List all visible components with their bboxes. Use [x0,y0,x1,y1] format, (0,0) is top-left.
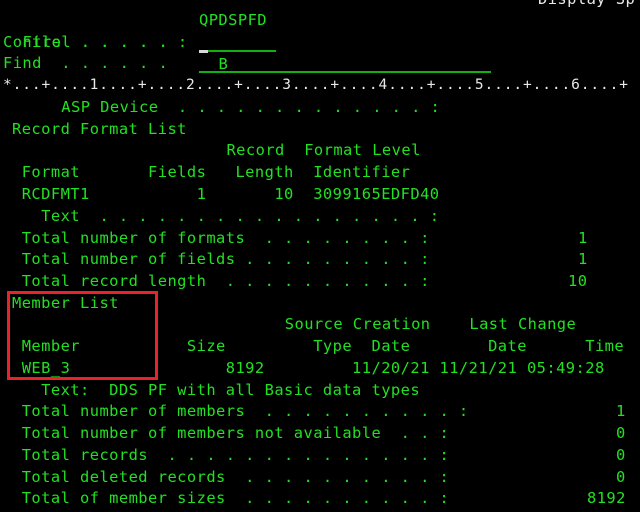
record-format-text-label: Text . . . . . . . . . . . . . . . . . : [12,207,440,225]
total-members-value: 1 [616,402,626,420]
total-members-not-available-label: Total number of members not available . … [12,424,450,442]
total-records-label: Total records . . . . . . . . . . . . . … [12,446,450,464]
total-fields-label: Total number of fields . . . . . . . . .… [12,250,430,268]
total-formats-value: 1 [578,229,588,247]
file-row: File . . . . . : [3,9,188,51]
record-format-list-title: Record Format List [12,120,187,138]
asp-device-label: ASP Device . . . . . . . . . . . . . : [3,98,441,116]
total-member-sizes-value: 8192 [587,489,626,507]
total-deleted-records-label: Total deleted records . . . . . . . . . … [12,468,450,486]
file-value: QPDSPFD [199,11,268,29]
column-ruler: *...+....1....+....2....+....3....+....4… [3,77,629,93]
total-formats-label: Total number of formats . . . . . . . . … [12,229,430,247]
total-record-length-label: Total record length . . . . . . . . . . … [12,272,430,290]
record-format-row[interactable]: RCDFMT1 1 10 3099165EDFD40 [12,183,440,205]
control-label: Control . . . . . [3,33,169,51]
total-member-sizes-label: Total of member sizes . . . . . . . . . … [12,489,450,507]
find-label: Find . . . . . . [3,54,169,72]
total-record-length-value: 10 [568,272,588,290]
highlight-box [7,291,158,380]
find-input-underline [199,71,491,73]
total-members-not-available-value: 0 [616,424,626,442]
total-records-value: 0 [616,446,626,464]
total-fields-value: 1 [578,250,588,268]
total-deleted-records-value: 0 [616,468,626,486]
screen-title: Display Sp [538,0,635,10]
record-format-header-1: Record Format Level [3,141,421,159]
total-members-label: Total number of members . . . . . . . . … [12,402,469,420]
member-text: Text: DDS PF with all Basic data types [12,381,421,399]
record-format-header-2: Format Fields Length Identifier [12,163,411,181]
